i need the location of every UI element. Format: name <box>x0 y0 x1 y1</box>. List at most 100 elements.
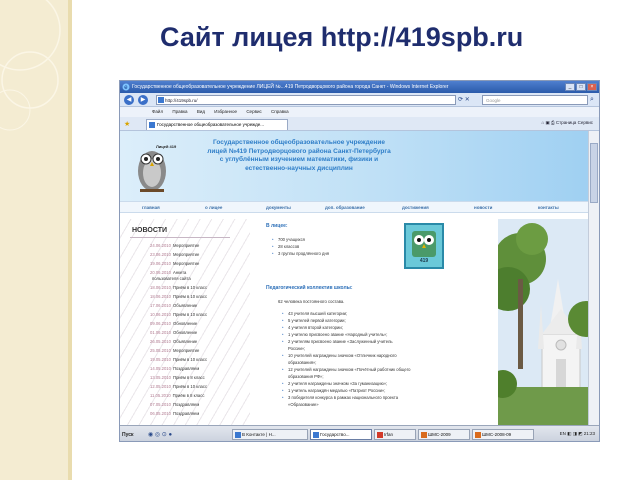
taskbar-ie[interactable]: Государство... <box>310 429 372 440</box>
taskbar-irfan[interactable]: Irfan <box>374 429 416 440</box>
window-title: Государственное общеобразовательное учре… <box>132 84 449 90</box>
news-item[interactable]: 14.05.2010 Поздравляем <box>150 366 199 371</box>
menu-file[interactable]: Файл <box>152 109 163 114</box>
tray-icons[interactable]: ◧ ◨ ◩ <box>567 431 582 436</box>
vertical-scrollbar[interactable] <box>588 131 599 425</box>
news-divider <box>130 237 230 238</box>
page-menu[interactable]: Страница <box>556 120 576 125</box>
badge-number: 419 <box>419 258 429 264</box>
owl-badge-icon <box>412 231 436 257</box>
banner-line-2: лицей №419 Петродворцового района Санкт-… <box>207 147 391 155</box>
url-text: http://419spb.ru/ <box>165 98 198 103</box>
tab-bar: ★ Государственное общеобразовательное уч… <box>120 117 599 131</box>
browser-screenshot: e Государственное общеобразовательное уч… <box>119 80 600 442</box>
staff-item: 1 учителю присвоено звание «Народный учи… <box>282 332 387 337</box>
owl-badge: 419 <box>404 223 444 269</box>
taskbar: Пуск ◉ ◎ ⊙ ● В Контакте | Н... Государст… <box>120 425 599 441</box>
nav-about[interactable]: о лицее <box>205 202 222 213</box>
refresh-icon[interactable]: ⟳ ✕ <box>458 96 470 103</box>
news-item[interactable]: 19.05.2010 Приём в 10 класс <box>150 357 207 362</box>
close-button[interactable]: × <box>587 83 597 91</box>
forward-icon[interactable]: ▶ <box>138 95 148 105</box>
slide-decoration-circles <box>0 0 61 131</box>
news-item[interactable]: 13.05.2010 Приём в 8 класс <box>150 375 205 380</box>
staff-title: Педагогический коллектив школы: <box>266 285 353 291</box>
main-content: В лицее: 700 учащихся 28 классов 3 групп… <box>260 219 500 425</box>
news-item[interactable]: 26.05.2010 Объявление <box>150 339 197 344</box>
news-title: НОВОСТИ <box>132 227 168 234</box>
minimize-button[interactable]: _ <box>565 83 575 91</box>
home-icon[interactable]: ⌂ <box>542 120 545 125</box>
news-item[interactable]: 12.05.2010 Приём в 10 класс <box>150 384 207 389</box>
news-item[interactable]: 18.06.2010 Приём в 10 класс <box>150 294 207 299</box>
news-item[interactable]: 20.06.2010 Анкета <box>150 270 186 275</box>
scrollbar-thumb[interactable] <box>590 143 598 203</box>
menu-view[interactable]: Вид <box>197 109 205 114</box>
news-item[interactable]: 24.06.2010 Мероприятие <box>150 243 199 248</box>
feeds-icon[interactable]: ▣ <box>546 120 550 125</box>
news-item[interactable]: 10.06.2010 Приём в 10 класс <box>150 312 207 317</box>
menu-tools[interactable]: Сервис <box>246 109 261 114</box>
ie-icon: e <box>122 83 130 91</box>
staff-item: 1 учитель награждён медалью «Патриот Рос… <box>282 388 385 393</box>
tab-lyceum[interactable]: Государственное общеобразовательное учре… <box>146 119 288 130</box>
nav-documents[interactable]: документы <box>266 202 291 213</box>
news-item[interactable]: 17.06.2010 Объявление <box>150 303 197 308</box>
menu-help[interactable]: Справка <box>271 109 289 114</box>
news-item[interactable]: 07.05.2010 Поздравляем <box>150 402 199 407</box>
news-item[interactable]: 11.05.2010 Приём в 8 класс <box>150 393 204 398</box>
menu-edit[interactable]: Правка <box>172 109 187 114</box>
news-item[interactable]: 19.06.2010 Мероприятие <box>150 261 199 266</box>
news-item[interactable]: 09.06.2010 Обновление <box>150 321 197 326</box>
staff-item-cont: «Образование» <box>288 402 319 407</box>
staff-intro: 62 человека постоянного состава. <box>278 299 345 304</box>
news-item[interactable]: 23.06.2010 Мероприятие <box>150 252 199 257</box>
stat-classes: 28 классов <box>272 244 299 249</box>
in-lyceum-title: В лицее: <box>266 223 288 229</box>
command-bar: ⌂ ▣ ⎙ Страница Сервис <box>542 120 593 126</box>
stat-groups: 3 группы продлённого дня <box>272 251 329 256</box>
nav-contacts[interactable]: контакты <box>538 202 559 213</box>
chapel-photo <box>498 219 590 425</box>
taskbar-shms-2009[interactable]: ШМС-2009 <box>418 429 470 440</box>
taskbar-shms-2008[interactable]: ШМС-2008-09 <box>472 429 534 440</box>
banner-line-4: естественно-научных дисциплин <box>245 164 353 172</box>
menu-favorites[interactable]: Избранное <box>214 109 237 114</box>
url-field[interactable]: http://419spb.ru/ <box>156 95 456 105</box>
search-icon[interactable]: ⌕ <box>590 96 594 104</box>
news-item[interactable]: 06.05.2010 Поздравляем <box>150 411 199 416</box>
nav-achievements[interactable]: достижения <box>402 202 429 213</box>
quicklaunch-icons[interactable]: ◉ ◎ ⊙ ● <box>148 431 172 438</box>
staff-item: 4 учителя второй категории; <box>282 325 343 330</box>
news-item[interactable]: 01.06.2010 Обновление <box>150 330 197 335</box>
favorites-star-icon[interactable]: ★ <box>124 120 130 128</box>
start-button[interactable]: Пуск <box>122 430 134 440</box>
app-icon <box>235 432 241 438</box>
page-icon <box>158 97 164 103</box>
tools-menu[interactable]: Сервис <box>578 120 593 125</box>
staff-item: 12 учителей награждены значком «Почётный… <box>282 367 410 372</box>
menu-bar: Файл Правка Вид Избранное Сервис Справка <box>120 107 599 117</box>
nav-home[interactable]: главная <box>142 202 160 213</box>
staff-item: 3 победителя конкурса в рамках националь… <box>282 395 398 400</box>
banner-heading: Государственное общеобразовательное учре… <box>184 139 414 173</box>
news-item[interactable]: 25.05.2010 Мероприятие <box>150 348 199 353</box>
stat-students: 700 учащихся <box>272 237 305 242</box>
page-icon <box>149 122 155 128</box>
staff-item-cont: России»; <box>288 346 306 351</box>
language-indicator[interactable]: EN <box>560 431 566 436</box>
app-icon <box>475 432 481 438</box>
nav-news[interactable]: новости <box>474 202 492 213</box>
site-banner: Лицей 419 Государственное общеобразовате… <box>120 131 590 201</box>
tab-label: Государственное общеобразовательное учре… <box>157 122 265 127</box>
maximize-button[interactable]: □ <box>576 83 586 91</box>
nav-extra-education[interactable]: доп. образование <box>325 202 365 213</box>
taskbar-vkontakte[interactable]: В Контакте | Н... <box>232 429 308 440</box>
news-item[interactable]: пользователя сайта <box>150 276 191 281</box>
search-input[interactable]: Google <box>482 95 588 105</box>
app-icon <box>421 432 427 438</box>
back-icon[interactable]: ◀ <box>124 95 134 105</box>
news-item[interactable]: 18.06.2010 Приём в 10 класс <box>150 285 207 290</box>
staff-item: 5 учителей первой категории; <box>282 318 346 323</box>
print-icon[interactable]: ⎙ <box>551 120 555 125</box>
